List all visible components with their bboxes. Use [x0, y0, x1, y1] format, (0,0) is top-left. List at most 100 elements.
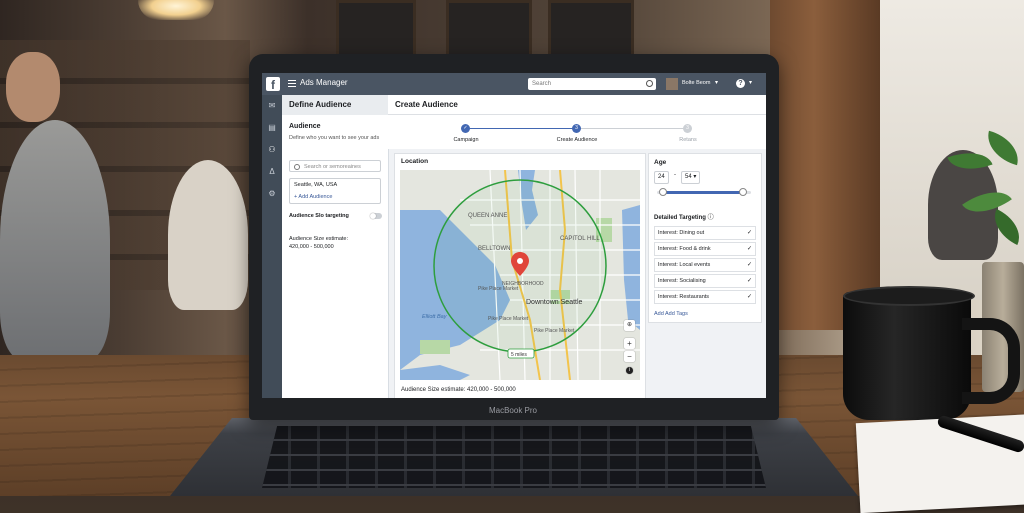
step-connector — [466, 128, 577, 129]
zoom-out-button[interactable]: − — [624, 351, 635, 362]
interest-label: Interest: Restaurants — [658, 294, 710, 300]
age-max-select[interactable]: 54 ▾ — [681, 171, 701, 184]
map-label-downtown: Downtown Seattle — [526, 299, 583, 306]
step-campaign-label[interactable]: Campaign — [436, 137, 496, 143]
interest-tag[interactable]: Interest: Dining out ✓ — [654, 226, 756, 240]
inbox-icon[interactable]: ✉ — [267, 101, 277, 111]
interest-tag[interactable]: Interest: Restaurants ✓ — [654, 290, 756, 304]
step-campaign-check-icon[interactable]: ✓ — [461, 124, 470, 133]
targeting-card: Age 24 - 54 ▾ Detailed Targeting ⓘ Inter… — [648, 153, 762, 323]
location-pin-dot — [517, 258, 523, 264]
map-label-elliott-bay: Elliott Bay — [422, 314, 448, 320]
map-audience-size-estimate: Audience Size estimate: 420,000 - 500,00… — [401, 387, 516, 393]
define-audience-heading: Define Audience — [282, 95, 388, 115]
interest-label: Interest: Socialising — [658, 278, 706, 284]
map-svg: QUEEN ANNE BELLTOWN CAPITOL HILL NEIGHBO… — [400, 170, 640, 380]
app-title: Ads Manager — [300, 78, 348, 87]
audience-search-placeholder: Search or semoreaines — [304, 164, 361, 170]
step-connector — [577, 128, 688, 129]
interest-label: Interest: Food & drink — [658, 246, 711, 252]
age-max-value: 54 — [685, 174, 692, 180]
settings-gear-icon[interactable]: ⚙ — [267, 189, 277, 199]
map-label-pike-market: Pike Place Market — [478, 286, 519, 292]
audience-size-value: 420,000 - 500,000 — [289, 244, 334, 250]
age-max-handle[interactable] — [738, 188, 747, 196]
park — [420, 340, 450, 354]
person-left — [0, 120, 110, 360]
keyboard-rows — [262, 426, 766, 488]
interest-tag[interactable]: Interest: Food & drink ✓ — [654, 242, 756, 256]
age-min-select[interactable]: 24 — [654, 171, 669, 184]
search-placeholder: Search — [532, 81, 552, 87]
interest-tag[interactable]: Interest: Local events ✓ — [654, 258, 756, 272]
map-label-downtown-text: Downtown Seattle — [526, 299, 583, 306]
campaigns-icon[interactable]: ▤ — [267, 123, 277, 133]
radius-badge-label: 5 miles — [511, 352, 527, 358]
left-nav-rail: ✉ ▤ ⚇ Δ ⚙ — [262, 95, 282, 398]
recenter-icon[interactable]: ⊕ — [624, 320, 635, 331]
age-separator: - — [674, 172, 676, 178]
audience-search-input[interactable]: Search or semoreaines — [289, 160, 381, 172]
map-label-capitol-hill: CAPITOL HILL — [560, 236, 600, 242]
coffee-mug-handle — [962, 318, 1020, 404]
lake — [622, 205, 640, 330]
help-icon[interactable]: ? — [736, 79, 745, 88]
coffee-mug-rim — [843, 286, 975, 306]
age-range-slider[interactable] — [657, 188, 751, 196]
ceiling-lamp — [138, 0, 214, 20]
person-left-head — [6, 52, 60, 122]
interest-tag[interactable]: Interest: Socialising ✓ — [654, 274, 756, 288]
add-tags-link[interactable]: Add Add Tags — [654, 311, 688, 317]
targeting-toggle[interactable] — [370, 213, 382, 219]
wooden-pillar — [770, 0, 880, 330]
notebook — [855, 412, 1024, 513]
user-menu-chevron-icon[interactable]: ▾ — [715, 79, 718, 86]
define-audience-panel: Define Audience Audience Define who you … — [282, 95, 389, 398]
step-retans-label[interactable]: Retans — [658, 137, 718, 143]
selected-location[interactable]: Seattle, WA, USA — [294, 182, 337, 188]
search-icon[interactable] — [646, 80, 653, 87]
hamburger-menu-icon[interactable] — [288, 80, 296, 88]
detailed-targeting-title: Detailed Targeting ⓘ — [654, 212, 714, 221]
user-name[interactable]: Bolte Beom — [682, 80, 710, 86]
map-label-pike-market-3: Pike Place Market — [534, 328, 575, 334]
macbook-label: MacBook Pro — [488, 406, 538, 415]
search-icon — [294, 164, 300, 170]
location-title: Location — [401, 158, 429, 165]
age-title: Age — [654, 159, 667, 166]
age-min-handle[interactable] — [658, 188, 667, 196]
facebook-logo-icon[interactable]: f — [266, 77, 280, 92]
top-bar: f Ads Manager Search Bolte Beom ▾ ? ▾ — [262, 73, 766, 95]
check-icon[interactable]: ✓ — [747, 291, 752, 304]
check-icon[interactable]: ✓ — [747, 243, 752, 256]
targeting-toggle-label: Audience Slo targeting — [289, 213, 349, 219]
map-info-icon[interactable]: i — [626, 367, 633, 374]
age-range-fill — [662, 191, 743, 194]
analytics-icon[interactable]: Δ — [267, 167, 277, 177]
audiences-icon[interactable]: ⚇ — [267, 145, 277, 155]
audience-size-label: Audience Size estimate: — [289, 236, 349, 242]
laptop-screen: f Ads Manager Search Bolte Beom ▾ ? ▾ ✉ … — [262, 73, 766, 398]
step-create-audience-label[interactable]: Create Audience — [547, 137, 607, 143]
check-icon[interactable]: ✓ — [747, 275, 752, 288]
location-card: Location QUEEN ANNE BELLTOWN CAPITOL HIL… — [394, 153, 646, 398]
map[interactable]: QUEEN ANNE BELLTOWN CAPITOL HILL NEIGHBO… — [400, 170, 640, 380]
avatar[interactable] — [666, 78, 678, 90]
help-menu-chevron-icon[interactable]: ▾ — [749, 79, 752, 86]
audience-description: Define who you want to see your ads — [289, 135, 380, 141]
step-create-audience-dot[interactable]: 3 — [572, 124, 581, 133]
map-label-queen-anne: QUEEN ANNE — [468, 213, 507, 219]
progress-steps: ✓ 3 3 Campaign Create Audience Retans — [388, 115, 766, 149]
step-retans-dot[interactable]: 3 — [683, 124, 692, 133]
add-audience-button[interactable]: + Add Audience — [294, 194, 332, 200]
info-icon[interactable]: ⓘ — [708, 215, 714, 221]
zoom-in-button[interactable]: + — [624, 338, 635, 349]
coffee-mug — [843, 292, 971, 420]
audience-section-title: Audience — [289, 123, 321, 130]
map-water — [400, 365, 470, 380]
person-background — [168, 160, 248, 310]
check-icon[interactable]: ✓ — [747, 259, 752, 272]
check-icon[interactable]: ✓ — [747, 227, 752, 240]
map-label-belltown: BELLTOWN — [478, 246, 510, 252]
search-input[interactable]: Search — [528, 78, 656, 90]
